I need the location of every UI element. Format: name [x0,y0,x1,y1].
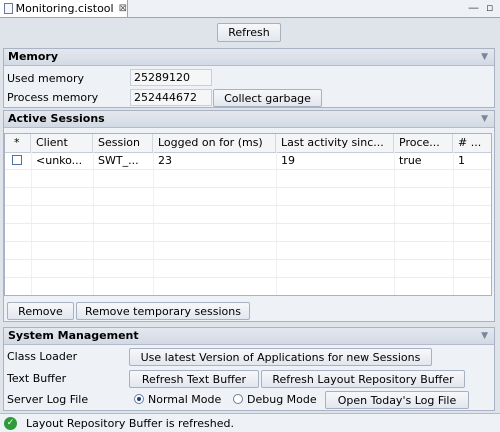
empty-row [5,188,491,206]
status-bar: ✓ Layout Repository Buffer is refreshed. [0,413,500,432]
empty-row [5,170,491,188]
normal-mode-label: Normal Mode [148,393,222,406]
memory-section-header[interactable]: Memory ▼ [4,49,494,66]
system-management-title: System Management [8,329,139,342]
use-latest-version-button[interactable]: Use latest Version of Applications for n… [129,348,432,366]
used-memory-label: Used memory [7,72,84,85]
status-message: Layout Repository Buffer is refreshed. [26,416,234,430]
cell-session: SWT_... [98,154,139,167]
class-loader-label: Class Loader [7,350,78,363]
empty-row [5,224,491,242]
check-circle-icon: ✓ [4,416,17,430]
cell-client: <unko... [36,154,83,167]
empty-row [5,260,491,278]
text-buffer-label: Text Buffer [7,372,67,385]
close-tab-icon[interactable]: ⊠ [119,3,127,14]
refresh-layout-repository-buffer-button[interactable]: Refresh Layout Repository Buffer [261,370,465,388]
collapse-icon[interactable]: ▼ [481,49,488,65]
column-header-count[interactable]: # ... [453,134,491,152]
debug-mode-radio[interactable]: Debug Mode [233,393,317,406]
used-memory-value: 25289120 [130,69,212,86]
empty-row [5,278,491,295]
column-header-select[interactable]: * [5,134,31,152]
open-todays-log-file-button[interactable]: Open Today's Log File [325,391,469,409]
column-header-client[interactable]: Client [31,134,93,152]
remove-temporary-sessions-button[interactable]: Remove temporary sessions [76,302,250,320]
radio-unselected-icon[interactable] [233,394,243,404]
empty-row [5,242,491,260]
radio-selected-icon[interactable] [134,394,144,404]
sessions-table: * Client Session Logged on for (ms) Last… [4,133,492,296]
cell-process: true [399,154,422,167]
collapse-icon[interactable]: ▼ [481,328,488,344]
column-header-logged-on[interactable]: Logged on for (ms) [153,134,276,152]
column-header-session[interactable]: Session [93,134,153,152]
refresh-text-buffer-button[interactable]: Refresh Text Buffer [129,370,259,388]
cell-count: 1 [458,154,465,167]
process-memory-label: Process memory [7,91,99,104]
cell-logged-on: 23 [158,154,172,167]
normal-mode-radio[interactable]: Normal Mode [134,393,221,406]
column-header-last-activity[interactable]: Last activity sinc... [276,134,394,152]
memory-section-title: Memory [8,50,59,63]
server-log-file-label: Server Log File [7,393,89,406]
system-management-header[interactable]: System Management ▼ [4,328,494,345]
table-header: * Client Session Logged on for (ms) Last… [5,134,491,153]
cell-last-activity: 19 [281,154,295,167]
refresh-button[interactable]: Refresh [217,23,281,42]
table-row[interactable]: <unko... SWT_... 23 19 true 1 [5,152,491,170]
active-sessions-title: Active Sessions [8,112,105,125]
collect-garbage-button[interactable]: Collect garbage [213,89,322,107]
document-icon [4,3,13,14]
remove-button[interactable]: Remove [7,302,74,320]
column-header-process[interactable]: Proce... [394,134,453,152]
maximize-icon[interactable]: ▫ [486,1,493,14]
tab-title: Monitoring.cistool [15,2,114,15]
minimize-icon[interactable]: — [468,1,479,14]
editor-tab-bar: Monitoring.cistool ⊠ — ▫ [0,0,500,18]
debug-mode-label: Debug Mode [247,393,317,406]
active-sessions-header[interactable]: Active Sessions ▼ [4,111,494,128]
empty-row [5,206,491,224]
collapse-icon[interactable]: ▼ [481,111,488,127]
tab-monitoring[interactable]: Monitoring.cistool ⊠ [0,0,128,17]
row-select-checkbox[interactable] [12,155,22,165]
process-memory-value: 252444672 [130,89,212,106]
